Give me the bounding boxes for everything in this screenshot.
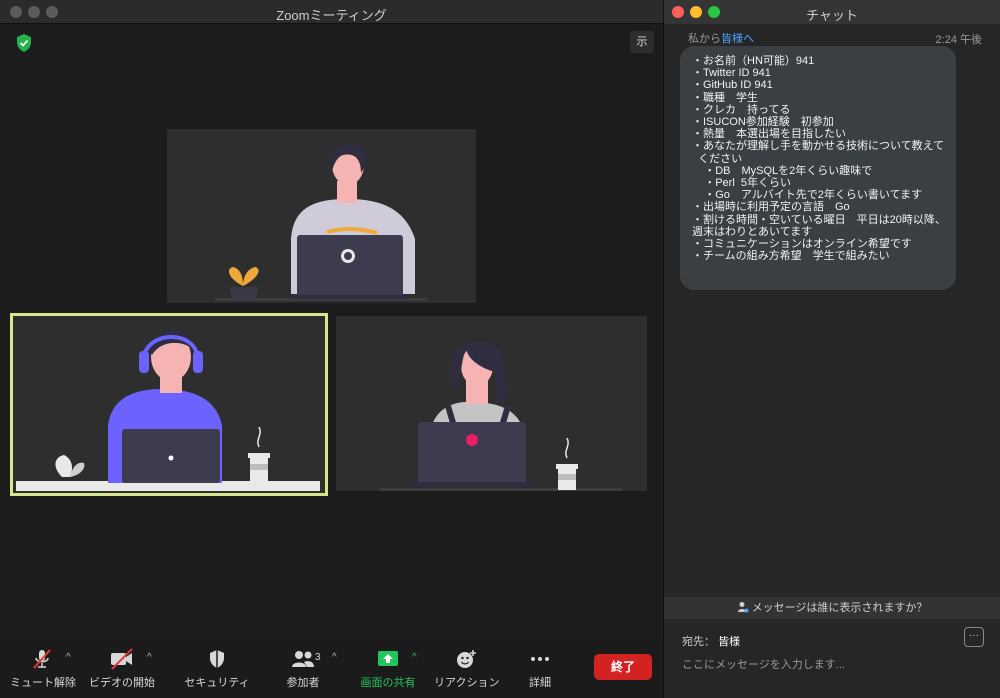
chat-message-line: ください — [692, 152, 743, 165]
reaction-smiley-icon — [457, 650, 476, 668]
participants-options-caret-icon[interactable]: ^ — [332, 652, 337, 663]
send-to-value[interactable]: 皆様 — [718, 636, 740, 648]
chat-message-bubble: ・お名前（HN可能）941 ・Twitter ID 941 ・GitHub ID 9… — [680, 46, 956, 290]
chat-message-line: ・割ける時間・空いている曜日 平日は20時以降、 — [692, 213, 946, 226]
chat-window: チャット 私から皆様へ 2:24 午後 ・お名前（HN可能）941 ・Twitte… — [663, 0, 1000, 698]
share-options-caret-icon[interactable]: ^ — [412, 652, 417, 663]
reactions-button[interactable]: リアクション — [434, 648, 499, 690]
chat-message-input[interactable] — [682, 656, 982, 674]
chat-message-line: ・ISUCON参加経験 初参加 — [692, 116, 834, 129]
meeting-toolbar: ミュート解除 ^ ビデオの開始 ^ セキュリティ 参加者 3 ^ 画面の共有 ^… — [0, 642, 663, 698]
unmute-button[interactable]: ミュート解除 — [10, 648, 76, 690]
chat-message-line: ・熱量 本選出場を目指したい — [692, 128, 846, 141]
chat-title: チャット — [806, 8, 858, 23]
participant-illustration-1 — [215, 142, 427, 301]
chat-message-line: ・チームの組み方希望 学生で組みたい — [692, 250, 890, 263]
chat-more-options-button[interactable]: ··· — [964, 627, 984, 647]
send-to-selector[interactable]: 宛先： 皆様 — [682, 633, 740, 649]
end-meeting-button[interactable]: 終了 — [594, 654, 652, 680]
video-tile-participant-3[interactable] — [336, 316, 647, 491]
chat-message-line: ・クレカ 持ってる — [692, 103, 791, 116]
chat-message-line: ・コミュニケーションはオンライン希望です — [692, 238, 912, 251]
chat-message-line: 週末はわりとあいてます — [692, 225, 813, 238]
chat-message-line: ・Twitter ID 941 — [692, 67, 771, 80]
chat-message-line: ・あなたが理解し手を動かせる技術について教えて — [692, 140, 945, 153]
view-button[interactable]: 示 — [630, 31, 654, 53]
participant-illustration-2 — [16, 330, 320, 491]
start-video-button[interactable]: ビデオの開始 — [88, 648, 156, 690]
chat-message-line: ・Perl 5年くらい — [692, 177, 792, 190]
ellipsis-icon — [531, 657, 549, 661]
message-timestamp: 2:24 午後 — [935, 34, 982, 46]
chat-message-line: ・出場時に利用予定の言語 Go — [692, 201, 850, 214]
meeting-titlebar: Zoomミーティング — [0, 0, 663, 24]
encryption-shield-icon[interactable] — [14, 33, 34, 53]
zoom-meeting-window: Zoomミーティング 示 ミュート解除 ^ ビデオの開始 ^ セキュリティ 参加… — [0, 0, 663, 698]
send-to-label: 宛先： — [682, 636, 715, 648]
message-recipient-link[interactable]: 皆様へ — [721, 33, 754, 45]
video-tile-participant-1[interactable] — [167, 129, 476, 303]
chat-message-line: ・お名前（HN可能）941 — [692, 55, 815, 67]
security-button[interactable]: セキュリティ — [182, 648, 252, 690]
microphone-muted-icon — [33, 649, 51, 669]
more-button[interactable]: 詳細 — [522, 648, 558, 690]
security-shield-icon — [210, 650, 224, 668]
video-tile-participant-2-active[interactable] — [10, 313, 328, 496]
participant-count: 3 — [315, 652, 321, 663]
video-camera-off-icon — [111, 648, 133, 670]
chat-titlebar: チャット — [664, 0, 1000, 24]
chat-message-line: ・Go アルバイト先で2年くらい書いてます — [692, 189, 923, 202]
participants-icon — [292, 651, 314, 667]
share-screen-button[interactable]: 画面の共有 — [360, 648, 416, 690]
meeting-title: Zoomミーティング — [276, 8, 387, 23]
message-sender: 私から — [688, 33, 721, 45]
video-options-caret-icon[interactable]: ^ — [147, 652, 152, 663]
participant-illustration-3 — [380, 341, 622, 491]
chat-message-line: ・GitHub ID 941 — [692, 79, 773, 92]
chat-message-line: ・DB MySQLを2年くらい趣味で — [692, 164, 873, 177]
visibility-notice-bar[interactable]: メッセージは誰に表示されますか？ — [664, 597, 1000, 619]
person-visibility-icon — [737, 602, 749, 613]
chat-message-line: ・職種 学生 — [692, 91, 758, 104]
audio-options-caret-icon[interactable]: ^ — [66, 652, 71, 663]
chat-message-header: 私から皆様へ — [688, 30, 754, 46]
share-screen-icon — [378, 651, 398, 666]
